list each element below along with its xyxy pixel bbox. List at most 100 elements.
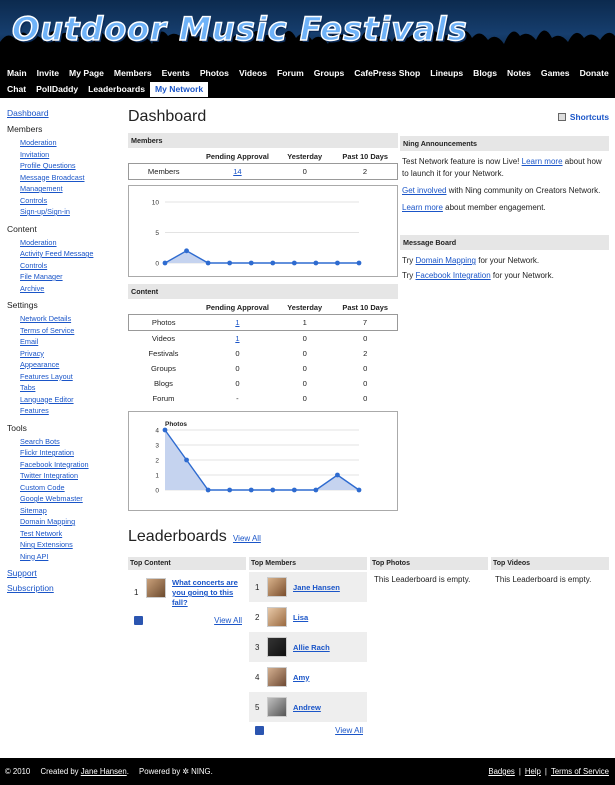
sidebar-item-network-details[interactable]: Network Details (20, 313, 119, 325)
top-members-view-all-link[interactable]: View All (335, 726, 363, 735)
sidebar-item-appearance[interactable]: Appearance (20, 359, 119, 371)
sidebar-item-features[interactable]: Features (20, 405, 119, 417)
nav-item-notes[interactable]: Notes (502, 66, 536, 81)
avatar[interactable] (267, 637, 287, 657)
top-content-column: Top Content 1 What concerts are you goin… (128, 557, 246, 735)
members-yesterday: 0 (276, 163, 333, 180)
table-row: Groups 0 0 0 (129, 361, 398, 376)
avatar[interactable] (267, 577, 287, 597)
creator-link[interactable]: Jane Hansen (81, 767, 127, 776)
nav-item-invite[interactable]: Invite (32, 66, 64, 81)
nav-item-chat[interactable]: Chat (2, 82, 31, 97)
sidebar-item-moderation[interactable]: Moderation (20, 237, 119, 249)
announcement-text: Test Network feature is now Live! (402, 157, 520, 166)
avatar[interactable] (267, 697, 287, 717)
pending-link[interactable]: 1 (235, 318, 239, 327)
nav-item-events[interactable]: Events (157, 66, 195, 81)
top-content-view-all-link[interactable]: View All (214, 616, 242, 625)
nav-item-games[interactable]: Games (536, 66, 575, 81)
learn-more-link[interactable]: Learn more (522, 157, 563, 166)
content-title-link[interactable]: What concerts are you going to this fall… (172, 578, 238, 608)
member-name-link[interactable]: Amy (293, 673, 309, 682)
sidebar-item-facebook-integration[interactable]: Facebook Integration (20, 459, 119, 471)
nav-item-donate[interactable]: Donate (575, 66, 614, 81)
row-label: Members (128, 163, 199, 180)
member-name-link[interactable]: Allie Rach (293, 643, 330, 652)
nav-item-members[interactable]: Members (109, 66, 157, 81)
footer-terms-link[interactable]: Terms of Service (551, 767, 609, 776)
avatar[interactable] (267, 607, 287, 627)
sidebar-item-google-webmaster[interactable]: Google Webmaster (20, 493, 119, 505)
sidebar-item-profile-questions[interactable]: Profile Questions (20, 160, 119, 172)
try-label: Try (402, 271, 414, 280)
member-name-link[interactable]: Jane Hansen (293, 583, 340, 592)
get-involved-link[interactable]: Get involved (402, 186, 446, 195)
members-pending-link[interactable]: 14 (233, 167, 241, 176)
site-title[interactable]: Outdoor Music Festivals (11, 9, 468, 48)
nav-item-videos[interactable]: Videos (234, 66, 272, 81)
nav-item-forum[interactable]: Forum (272, 66, 309, 81)
announcement-text: with Ning community on Creators Network. (448, 186, 601, 195)
sidebar-item-controls[interactable]: Controls (20, 195, 119, 207)
nav-item-lineups[interactable]: Lineups (425, 66, 468, 81)
sidebar-item-ning-api[interactable]: Ning API (20, 551, 119, 563)
sidebar-item-flickr-integration[interactable]: Flickr Integration (20, 447, 119, 459)
nav-item-main[interactable]: Main (2, 66, 32, 81)
sidebar-item-activity-feed-message[interactable]: Activity Feed Message (20, 248, 119, 260)
sidebar-item-file-manager[interactable]: File Manager (20, 271, 119, 283)
nav-item-leaderboards[interactable]: Leaderboards (83, 82, 150, 97)
rss-icon[interactable] (255, 726, 264, 735)
sidebar-item-features-layout[interactable]: Features Layout (20, 371, 119, 383)
avatar[interactable] (146, 578, 166, 598)
sidebar-dashboard-link[interactable]: Dashboard (7, 108, 119, 118)
leaderboards-view-all-link[interactable]: View All (233, 534, 261, 543)
sidebar-item-invitation[interactable]: Invitation (20, 149, 119, 161)
nav-item-photos[interactable]: Photos (195, 66, 234, 81)
sidebar-item-custom-code[interactable]: Custom Code (20, 482, 119, 494)
y-tick-label: 10 (152, 200, 160, 207)
sidebar-item-sign-up-sign-in[interactable]: Sign-up/Sign-in (20, 206, 119, 218)
domain-mapping-link[interactable]: Domain Mapping (416, 256, 476, 265)
sidebar-item-management[interactable]: Management (20, 183, 119, 195)
nav-item-groups[interactable]: Groups (309, 66, 350, 81)
member-name-link[interactable]: Lisa (293, 613, 308, 622)
yesterday-count: 0 (302, 394, 307, 403)
sidebar-item-ning-extensions[interactable]: Ning Extensions (20, 539, 119, 551)
shortcuts-button[interactable]: Shortcuts (557, 112, 609, 122)
sidebar-item-terms-of-service[interactable]: Terms of Service (20, 325, 119, 337)
nav-item-my-network[interactable]: My Network (149, 82, 209, 97)
nav-item-polldaddy[interactable]: PollDaddy (31, 82, 83, 97)
sidebar-support-link[interactable]: Support (7, 568, 119, 578)
sidebar-item-controls[interactable]: Controls (20, 260, 119, 272)
nav-item-cafepress-shop[interactable]: CafePress Shop (349, 66, 425, 81)
pending-link[interactable]: 1 (235, 334, 239, 343)
rss-icon[interactable] (134, 616, 143, 625)
yesterday-count: 0 (302, 379, 307, 388)
nav-item-blogs[interactable]: Blogs (468, 66, 502, 81)
footer-help-link[interactable]: Help (525, 767, 541, 776)
rank-number: 1 (134, 588, 139, 597)
row-label: Photos (128, 314, 199, 331)
avatar[interactable] (267, 667, 287, 687)
sidebar-item-test-network[interactable]: Test Network (20, 528, 119, 540)
sidebar-item-privacy[interactable]: Privacy (20, 348, 119, 360)
sidebar-item-sitemap[interactable]: Sitemap (20, 505, 119, 517)
table-row: Photos 1 1 7 (128, 314, 398, 331)
nav-item-my-page[interactable]: My Page (64, 66, 109, 81)
member-name-link[interactable]: Andrew (293, 703, 321, 712)
sidebar-item-language-editor[interactable]: Language Editor (20, 394, 119, 406)
facebook-integration-link[interactable]: Facebook Integration (416, 271, 491, 280)
sidebar-item-tabs[interactable]: Tabs (20, 382, 119, 394)
learn-more-engagement-link[interactable]: Learn more (402, 203, 443, 212)
sidebar-item-email[interactable]: Email (20, 336, 119, 348)
sidebar-item-search-bots[interactable]: Search Bots (20, 436, 119, 448)
sidebar-item-moderation[interactable]: Moderation (20, 137, 119, 149)
ning-link[interactable]: NING. (191, 767, 213, 776)
sidebar-item-twitter-integration[interactable]: Twitter Integration (20, 470, 119, 482)
sidebar-subscription-link[interactable]: Subscription (7, 583, 119, 593)
message-board-header: Message Board (400, 235, 609, 250)
footer-badges-link[interactable]: Badges (488, 767, 514, 776)
sidebar-item-archive[interactable]: Archive (20, 283, 119, 295)
sidebar-item-domain-mapping[interactable]: Domain Mapping (20, 516, 119, 528)
sidebar-item-message-broadcast[interactable]: Message Broadcast (20, 172, 119, 184)
